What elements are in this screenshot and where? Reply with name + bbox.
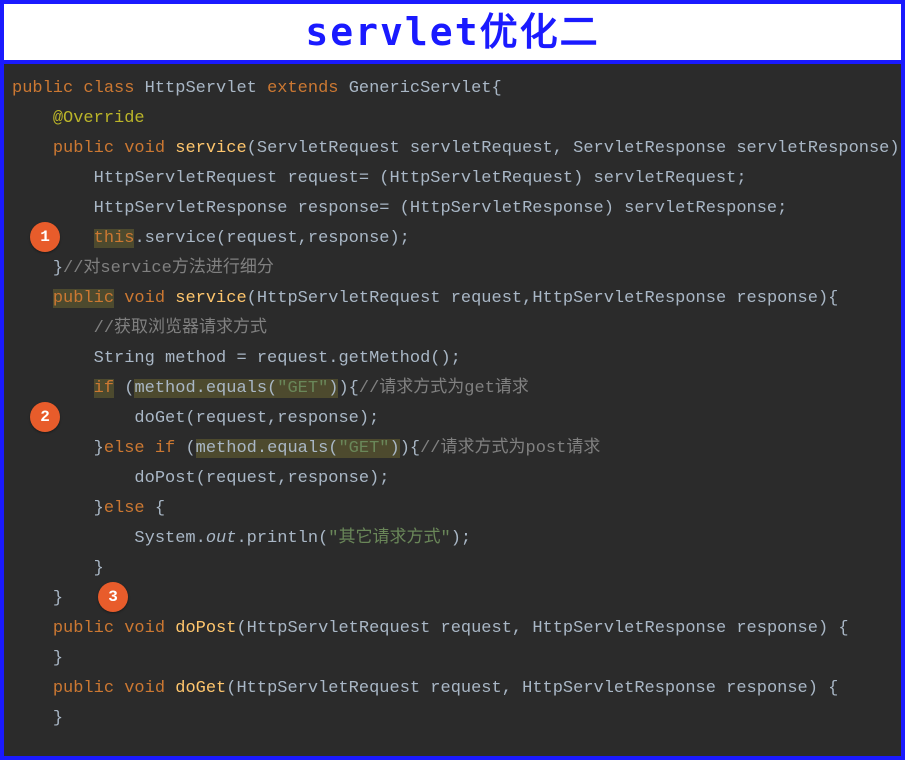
frame: servlet优化二 public class HttpServlet exte… — [0, 0, 905, 760]
code-line: public void service(HttpServletRequest r… — [12, 284, 901, 314]
code-line: doGet(request,response); — [12, 404, 901, 434]
annotation-badge-3: 3 — [98, 582, 128, 612]
annotation-badge-1: 1 — [30, 222, 60, 252]
code-line: } — [12, 584, 901, 614]
code-line: HttpServletResponse response= (HttpServl… — [12, 194, 901, 224]
code-line: public void doGet(HttpServletRequest req… — [12, 674, 901, 704]
code-line: String method = request.getMethod(); — [12, 344, 901, 374]
code-line: }//对service方法进行细分 — [12, 254, 901, 284]
code-line: //获取浏览器请求方式 — [12, 314, 901, 344]
code-line: } — [12, 644, 901, 674]
code-line: if (method.equals("GET")){//请求方式为get请求 — [12, 374, 901, 404]
code-line: }else if (method.equals("GET")){//请求方式为p… — [12, 434, 901, 464]
annotation-badge-2: 2 — [30, 402, 60, 432]
code-line: public class HttpServlet extends Generic… — [12, 74, 901, 104]
code-line: System.out.println("其它请求方式"); — [12, 524, 901, 554]
page-title: servlet优化二 — [4, 4, 901, 64]
code-line: public void service(ServletRequest servl… — [12, 134, 901, 164]
code-line: HttpServletRequest request= (HttpServlet… — [12, 164, 901, 194]
code-line: } — [12, 704, 901, 734]
code-line: @Override — [12, 104, 901, 134]
code-line: } — [12, 554, 901, 584]
code-area: public class HttpServlet extends Generic… — [4, 64, 901, 756]
code-line: this.service(request,response); — [12, 224, 901, 254]
code-line: public void doPost(HttpServletRequest re… — [12, 614, 901, 644]
code-line: }else { — [12, 494, 901, 524]
code-line: doPost(request,response); — [12, 464, 901, 494]
